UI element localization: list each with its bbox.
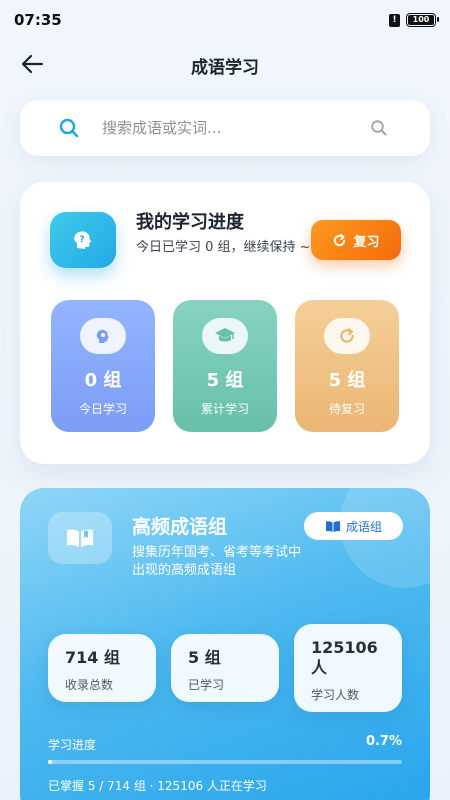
refresh-icon — [340, 328, 354, 343]
hf-title: 高频成语组 — [132, 516, 228, 538]
status-time: 07:35 — [14, 11, 62, 29]
graduation-cap-icon — [215, 328, 235, 342]
tile-label: 待复习 — [328, 402, 365, 416]
tile-icon-wrap — [324, 318, 370, 354]
screen: 07:35 ! 100 成语学习 搜索成语或实词... ? 我的学习进度 今日已… — [0, 0, 450, 800]
stat-learned: 5 组 已学习 — [171, 634, 279, 702]
tile-icon-wrap — [80, 318, 126, 354]
study-progress-label: 学习进度 — [48, 738, 97, 752]
brain-icon — [96, 329, 109, 343]
status-icons: ! 100 — [389, 13, 439, 27]
study-progress-bar — [48, 760, 402, 764]
tile-label: 累计学习 — [200, 402, 249, 416]
progress-subtitle: 今日已学习 0 组，继续保持 ~ — [136, 240, 311, 255]
brain-badge: ? — [50, 212, 116, 268]
stat-value: 125106 人 — [311, 638, 378, 677]
status-bar: 07:35 ! 100 — [0, 0, 450, 40]
stat-value: 5 组 — [188, 648, 221, 667]
stat-label: 收录总数 — [65, 678, 114, 692]
battery-level: 100 — [408, 15, 434, 25]
stat-learners: 125106 人 学习人数 — [294, 624, 402, 712]
stat-label: 已学习 — [188, 678, 225, 692]
tile-icon-wrap — [202, 318, 248, 354]
stat-tile-total[interactable]: 5 组 累计学习 — [173, 300, 277, 432]
search-bar[interactable] — [20, 100, 430, 156]
open-book-icon — [67, 529, 93, 547]
study-progress-percent: 0.7% — [365, 734, 402, 749]
badge-glyph: ? — [79, 235, 84, 245]
alert-icon: ! — [389, 13, 400, 27]
idiom-group-button[interactable]: 成语组 — [304, 512, 403, 540]
stat-label: 学习人数 — [311, 688, 360, 702]
study-progress-fill — [48, 760, 53, 764]
stat-tile-review[interactable]: 5 组 待复习 — [295, 300, 399, 432]
review-button-label: 复习 — [353, 234, 380, 250]
tile-value: 0 组 — [84, 370, 122, 391]
book-icon — [325, 520, 340, 532]
progress-card: ? 我的学习进度 今日已学习 0 组，继续保持 ~ 复习 0 组 今日学习 5 … — [20, 182, 430, 464]
book-badge — [48, 512, 112, 564]
review-button[interactable]: 复习 — [311, 220, 401, 260]
header: 成语学习 — [0, 44, 450, 84]
battery-icon: 100 — [406, 13, 439, 27]
search-icon — [59, 118, 79, 138]
tile-value: 5 组 — [328, 370, 366, 391]
stat-tile-today[interactable]: 0 组 今日学习 — [51, 300, 155, 432]
tile-label: 今日学习 — [78, 402, 127, 416]
tile-value: 5 组 — [206, 370, 244, 391]
refresh-icon — [334, 233, 346, 246]
study-progress-note: 已掌握 5 / 714 组 · 125106 人正在学习 — [48, 779, 267, 793]
progress-title: 我的学习进度 — [136, 212, 244, 233]
stat-value: 714 组 — [65, 648, 120, 667]
page-title: 成语学习 — [191, 58, 259, 78]
idiom-group-label: 成语组 — [345, 519, 382, 534]
high-frequency-card[interactable]: 高频成语组 搜集历年国考、省考等考试中出现的高频成语组 成语组 714 组 收录… — [20, 488, 430, 800]
search-submit-icon[interactable] — [370, 119, 388, 137]
stat-collected: 714 组 收录总数 — [48, 634, 156, 702]
search-input[interactable] — [102, 114, 362, 142]
head-question-icon: ? — [74, 231, 92, 249]
hf-description: 搜集历年国考、省考等考试中出现的高频成语组 — [132, 545, 302, 578]
